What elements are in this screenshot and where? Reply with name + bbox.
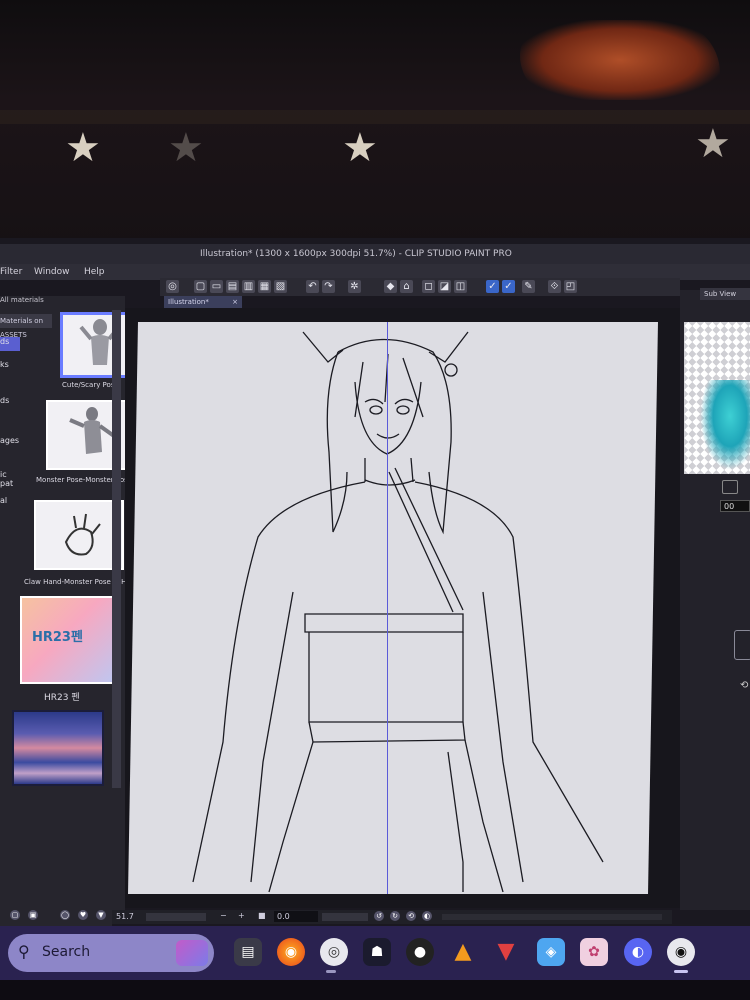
materials-scrollbar[interactable] xyxy=(112,310,121,788)
star-decoration-icon: ★ xyxy=(342,125,378,171)
canvas-tab[interactable]: Illustration* × xyxy=(164,296,242,308)
vlc-icon[interactable]: ▲ xyxy=(449,938,477,966)
material-label: Claw Hand-Monster Pose + Hand xyxy=(24,578,140,586)
materials-header: All materials xyxy=(0,296,44,304)
active-indicator xyxy=(674,970,688,973)
monitor-bezel xyxy=(0,980,750,1000)
window-titlebar: Illustration* (1300 x 1600px 300dpi 51.7… xyxy=(0,244,750,264)
character-sketch-lineart xyxy=(192,331,604,893)
transform-icon[interactable]: ⌂ xyxy=(400,280,413,293)
menu-filter[interactable]: Filter xyxy=(0,267,22,277)
export-icon[interactable]: ▥ xyxy=(242,280,255,293)
copy-icon[interactable]: ▣ xyxy=(28,910,38,920)
pen-check-icon[interactable]: ✓ xyxy=(486,280,499,293)
material-label: HR23 펜 xyxy=(44,693,80,703)
discord-icon[interactable]: ◐ xyxy=(624,938,652,966)
rotation-slider[interactable] xyxy=(322,913,368,921)
sub-view-value-field[interactable]: 00 xyxy=(720,500,750,512)
app-icon[interactable]: ◎ xyxy=(166,280,179,293)
menu-window[interactable]: Window xyxy=(34,267,70,277)
paste-icon[interactable]: ▧ xyxy=(274,280,287,293)
zoom-value[interactable]: 51.7 xyxy=(116,912,134,921)
window-icon[interactable]: ◰ xyxy=(564,280,577,293)
clear-icon[interactable]: ◪ xyxy=(438,280,451,293)
new-file-icon[interactable]: ▢ xyxy=(194,280,207,293)
material-category[interactable]: ic pat xyxy=(0,470,20,488)
command-bar: ◎ ▢ ▭ ▤ ▥ ▦ ▧ ↶ ↷ ✲ ◆ ⌂ ◻ ◪ ◫ ✓ ✓ ✎ ⟐ ◰ xyxy=(160,278,680,296)
character-app-icon[interactable]: ☗ xyxy=(363,938,391,966)
autumn-leaf-decoration xyxy=(520,20,720,100)
vivaldi-icon[interactable]: ▼ xyxy=(492,938,520,966)
files-app-icon[interactable]: ▤ xyxy=(234,938,262,966)
canvas-status-bar: 51.7 − + ■ 0.0 ↺ ↻ ⟲ ◐ xyxy=(112,910,672,924)
anime-app-icon[interactable]: ✿ xyxy=(580,938,608,966)
open-folder-icon[interactable]: ▭ xyxy=(210,280,223,293)
flip-horizontal-icon[interactable]: ◐ xyxy=(422,911,432,921)
clip-studio-companion-icon[interactable]: ◎ xyxy=(320,938,348,966)
invert-icon[interactable]: ◫ xyxy=(454,280,467,293)
search-placeholder: Search xyxy=(42,944,91,960)
redo-icon[interactable]: ↷ xyxy=(322,280,335,293)
material-category[interactable]: ds xyxy=(0,337,20,351)
zoom-out-button[interactable]: − xyxy=(220,911,227,920)
symmetry-ruler-guide[interactable] xyxy=(387,322,388,894)
search-icon: ⚲ xyxy=(18,942,30,961)
flip-icon[interactable]: ⟲ xyxy=(740,680,748,691)
obs-icon[interactable]: ● xyxy=(406,938,434,966)
close-tab-icon[interactable]: × xyxy=(232,296,238,308)
horizontal-scrollbar[interactable] xyxy=(442,914,662,920)
materials-assets-tab[interactable]: Materials on ASSETS xyxy=(0,314,52,339)
running-indicator xyxy=(326,970,336,973)
pen-check-2-icon[interactable]: ✓ xyxy=(502,280,515,293)
hand-figure-icon xyxy=(64,513,101,556)
favorite-heart-icon[interactable]: ♥ xyxy=(78,910,88,920)
copy-icon[interactable]: ▦ xyxy=(258,280,271,293)
settings-icon[interactable]: ✲ xyxy=(348,280,361,293)
window-title: Illustration* (1300 x 1600px 300dpi 51.7… xyxy=(200,249,512,259)
star-decoration-icon: ★ xyxy=(695,121,731,167)
download-icon[interactable]: ▼ xyxy=(96,910,106,920)
menu-help[interactable]: Help xyxy=(84,267,105,277)
material-item-claw-hand[interactable] xyxy=(34,500,124,570)
pencil-icon[interactable]: ✎ xyxy=(522,280,535,293)
selection-icon[interactable]: ◻ xyxy=(422,280,435,293)
materials-footer-tools: ▢ ▣ ◯ ♥ ▼ xyxy=(0,906,112,926)
zoom-slider[interactable] xyxy=(146,913,206,921)
taskbar-search-box[interactable]: ⚲ Search xyxy=(8,934,214,972)
canvas-tab-label: Illustration* xyxy=(168,298,209,306)
firefox-icon[interactable]: ◉ xyxy=(277,938,305,966)
material-item-hr23-pen[interactable]: HR23펜 xyxy=(20,596,116,684)
save-icon[interactable]: ▤ xyxy=(226,280,239,293)
material-category[interactable]: al xyxy=(0,496,20,505)
sub-view-reference-image xyxy=(700,380,750,470)
navigator-frame[interactable] xyxy=(734,630,750,660)
search-highlight-glyph-icon xyxy=(176,940,208,966)
sub-view-tab[interactable]: Sub View xyxy=(700,288,750,300)
rotate-right-icon[interactable]: ↻ xyxy=(390,911,400,921)
material-label: Cute/Scary Pose xyxy=(62,381,119,389)
material-category[interactable]: ds xyxy=(0,396,20,405)
sub-view-button[interactable] xyxy=(722,480,738,494)
folder-icon[interactable]: ▢ xyxy=(10,910,20,920)
fill-icon[interactable]: ◆ xyxy=(384,280,397,293)
clip-studio-paint-icon[interactable]: ◉ xyxy=(667,938,695,966)
hr23-thumb-text: HR23펜 xyxy=(32,630,83,645)
reset-rotation-icon[interactable]: ⟲ xyxy=(406,911,416,921)
layer-icon[interactable]: ⟐ xyxy=(548,280,561,293)
material-category[interactable]: ks xyxy=(0,360,20,369)
fit-square-icon[interactable]: ■ xyxy=(258,911,266,920)
star-decoration-icon: ★ xyxy=(168,125,204,171)
rotation-angle-field[interactable]: 0.0 xyxy=(274,911,318,922)
rotate-left-icon[interactable]: ↺ xyxy=(374,911,384,921)
undo-icon[interactable]: ↶ xyxy=(306,280,319,293)
star-decoration-icon: ★ xyxy=(65,125,101,171)
material-category[interactable]: ages xyxy=(0,436,20,445)
material-item-palette[interactable] xyxy=(12,710,104,786)
zoom-in-button[interactable]: + xyxy=(238,911,245,920)
tag-icon[interactable]: ◯ xyxy=(60,910,70,920)
shelf-edge xyxy=(0,110,750,124)
paint-app-icon[interactable]: ◈ xyxy=(537,938,565,966)
